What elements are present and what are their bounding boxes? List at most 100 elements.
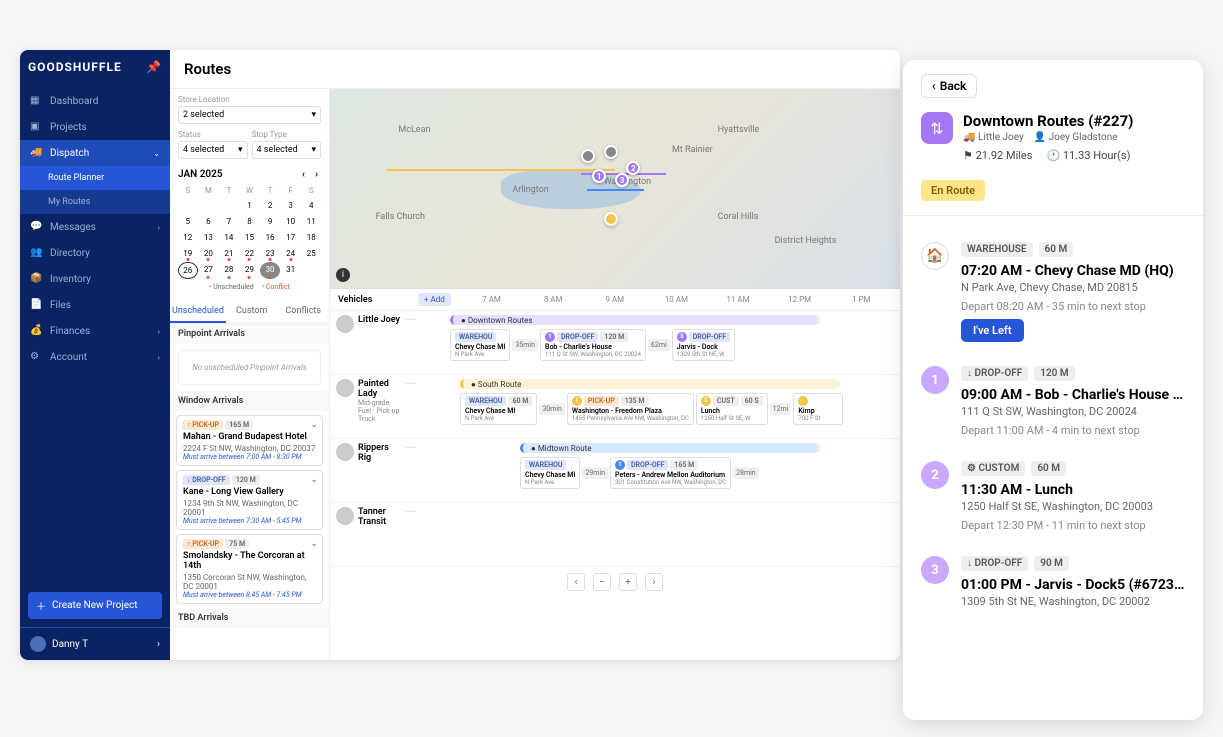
calendar-day[interactable]: 14 bbox=[219, 230, 239, 245]
timeline-stop-card[interactable]: 2 CUST60 SLunch1250 Half St SE, W bbox=[696, 393, 768, 425]
expand-icon[interactable]: ⌄ bbox=[310, 475, 318, 485]
map[interactable]: i McLeanArlingtonWashingtonHyattsvilleMt… bbox=[330, 89, 900, 289]
calendar-day[interactable]: 7 bbox=[219, 214, 239, 229]
calendar-day[interactable]: 29 bbox=[240, 262, 260, 279]
calendar-day[interactable]: 19 bbox=[178, 246, 198, 261]
calendar-day[interactable]: 30 bbox=[260, 262, 280, 279]
stop-number: 2 bbox=[921, 461, 949, 489]
tl-next[interactable]: › bbox=[645, 573, 663, 591]
arrival-card[interactable]: ⋮⋮ ⌄ ↑ PICK-UP 75 M Smolandsky - The Cor… bbox=[176, 534, 323, 604]
timeline-stop-card[interactable]: 1 DROP-OFF120 MBob - Charlie's House111 … bbox=[540, 329, 646, 361]
arrival-card[interactable]: ⋮⋮ ⌄ ↓ DROP-OFF 120 M Kane - Long View G… bbox=[176, 470, 323, 530]
calendar-day[interactable]: 13 bbox=[199, 230, 219, 245]
calendar-day[interactable]: 15 bbox=[240, 230, 260, 245]
calendar-day[interactable]: 23 bbox=[260, 246, 280, 261]
nav-account[interactable]: ⚙Account› bbox=[20, 344, 170, 370]
nav-dispatch[interactable]: 🚚Dispatch⌄ bbox=[20, 140, 170, 166]
tl-zoom-in[interactable]: + bbox=[619, 573, 637, 591]
calendar-day[interactable]: 4 bbox=[301, 198, 321, 213]
calendar-day[interactable]: 24 bbox=[281, 246, 301, 261]
cal-prev[interactable]: ‹ bbox=[299, 169, 308, 180]
timeline-stop-card[interactable]: WAREHOUChevy Chase MIN Park Ave bbox=[450, 329, 510, 361]
user-menu[interactable]: Danny T› bbox=[20, 627, 170, 660]
expand-icon[interactable]: ⌄ bbox=[310, 420, 318, 430]
map-pin[interactable]: 3 bbox=[615, 173, 629, 187]
drag-handle-icon[interactable]: ⋮⋮ bbox=[179, 422, 195, 431]
timeline-stop-card[interactable]: 3 DROP-OFFJarvis - Dock1309 5th St NE, W bbox=[672, 329, 735, 361]
calendar-day[interactable]: 25 bbox=[301, 246, 321, 261]
nav-route-planner[interactable]: Route Planner bbox=[20, 166, 170, 190]
add-vehicle-button[interactable]: + Add bbox=[418, 293, 451, 306]
more-icon[interactable]: ⋯ bbox=[405, 379, 414, 389]
map-info-icon[interactable]: i bbox=[336, 268, 350, 282]
map-pin[interactable] bbox=[604, 212, 618, 226]
create-project-button[interactable]: ＋Create New Project bbox=[28, 592, 162, 619]
route-bar[interactable]: ● Midtown Route bbox=[520, 443, 820, 453]
status-filter[interactable]: 4 selected▾ bbox=[178, 141, 248, 159]
nav-directory[interactable]: 👥Directory bbox=[20, 240, 170, 266]
timeline-stop-card[interactable]: 1 PICK-UP135 MWashington - Freedom Plaza… bbox=[567, 393, 694, 425]
arrival-card[interactable]: ⋮⋮ ⌄ ↑ PICK-UP 165 M Mahan - Grand Budap… bbox=[176, 415, 323, 466]
expand-icon[interactable]: ⌄ bbox=[310, 539, 318, 549]
calendar-day[interactable]: 22 bbox=[240, 246, 260, 261]
nav-messages[interactable]: 💬Messages› bbox=[20, 214, 170, 240]
timeline-stop-card[interactable]: WAREHOU60 MChevy Chase MIN Park Ave bbox=[460, 393, 537, 425]
map-pin[interactable] bbox=[604, 145, 618, 159]
calendar-day[interactable]: 21 bbox=[219, 246, 239, 261]
calendar-day[interactable]: 31 bbox=[281, 262, 301, 279]
calendar-day[interactable]: 26 bbox=[178, 262, 198, 279]
nav-projects[interactable]: ▣Projects bbox=[20, 114, 170, 140]
tl-zoom-out[interactable]: − bbox=[593, 573, 611, 591]
clock-icon: 🕐 bbox=[1046, 149, 1060, 162]
cal-next[interactable]: › bbox=[312, 169, 321, 180]
map-pin[interactable]: 1 bbox=[592, 169, 606, 183]
calendar-day[interactable]: 1 bbox=[240, 198, 260, 213]
calendar-day[interactable]: 18 bbox=[301, 230, 321, 245]
route-bar[interactable]: ● Downtown Routes bbox=[450, 315, 820, 325]
chevron-left-icon: ‹ bbox=[932, 79, 936, 93]
calendar-day[interactable]: 28 bbox=[219, 262, 239, 279]
calendar-day[interactable]: 2 bbox=[260, 198, 280, 213]
map-pin[interactable] bbox=[581, 149, 595, 163]
pin-icon[interactable]: 📌 bbox=[146, 60, 162, 74]
timeline-stop-card[interactable]: Kimp700 F St bbox=[793, 393, 843, 425]
calendar-day[interactable]: 3 bbox=[281, 198, 301, 213]
timeline-stop-card[interactable]: WAREHOUChevy Chase MIN Park Ave bbox=[520, 457, 580, 489]
pinpoint-heading: Pinpoint Arrivals bbox=[170, 324, 329, 344]
nav-finances[interactable]: 💰Finances› bbox=[20, 318, 170, 344]
calendar-day[interactable]: 20 bbox=[199, 246, 219, 261]
nav-inventory[interactable]: 📦Inventory bbox=[20, 266, 170, 292]
drag-handle-icon[interactable]: ⋮⋮ bbox=[179, 477, 195, 486]
timeline-stop-card[interactable]: 1 DROP-OFF165 MPeters - Andrew Mellon Au… bbox=[610, 457, 731, 489]
route-bar[interactable]: ● South Route bbox=[460, 379, 840, 389]
calendar-day[interactable]: 17 bbox=[281, 230, 301, 245]
more-icon[interactable]: ⋯ bbox=[405, 443, 414, 453]
tab-custom[interactable]: Custom bbox=[226, 301, 278, 323]
map-pin[interactable]: 2 bbox=[626, 161, 640, 175]
calendar-day[interactable]: 11 bbox=[301, 214, 321, 229]
truck-icon: 🚚 bbox=[963, 132, 975, 143]
calendar-day[interactable]: 5 bbox=[178, 214, 198, 229]
tab-conflicts[interactable]: Conflicts bbox=[277, 301, 329, 323]
calendar-day[interactable]: 10 bbox=[281, 214, 301, 229]
chevron-down-icon: ⌄ bbox=[153, 149, 160, 158]
drag-handle-icon[interactable]: ⋮⋮ bbox=[179, 541, 195, 550]
nav-my-routes[interactable]: My Routes bbox=[20, 190, 170, 214]
route-detail-panel: ‹Back ⇅ Downtown Routes (#227) 🚚 Little … bbox=[903, 60, 1203, 720]
calendar-day[interactable]: 6 bbox=[199, 214, 219, 229]
calendar-day[interactable]: 16 bbox=[260, 230, 280, 245]
calendar-day[interactable]: 27 bbox=[199, 262, 219, 279]
tl-prev[interactable]: ‹ bbox=[567, 573, 585, 591]
nav-files[interactable]: 📄Files bbox=[20, 292, 170, 318]
tab-unscheduled[interactable]: Unscheduled bbox=[170, 301, 226, 323]
more-icon[interactable]: ⋯ bbox=[405, 507, 414, 517]
store-filter[interactable]: 2 selected▾ bbox=[178, 106, 321, 124]
calendar-day[interactable]: 8 bbox=[240, 214, 260, 229]
more-icon[interactable]: ⋯ bbox=[405, 315, 414, 325]
nav-dashboard[interactable]: ▦Dashboard bbox=[20, 88, 170, 114]
calendar-day[interactable]: 9 bbox=[260, 214, 280, 229]
back-button[interactable]: ‹Back bbox=[921, 74, 977, 98]
calendar-day[interactable]: 12 bbox=[178, 230, 198, 245]
stoptype-filter[interactable]: 4 selected▾ bbox=[252, 141, 322, 159]
ive-left-button[interactable]: I've Left bbox=[961, 319, 1024, 342]
